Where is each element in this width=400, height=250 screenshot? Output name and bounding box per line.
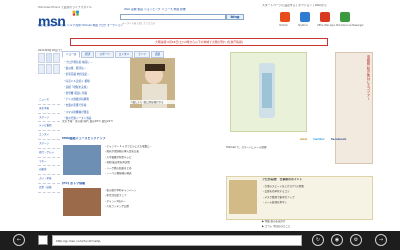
tips-heading: プロが実践！ 仕事術のポイント — [262, 178, 303, 181]
news-pickup-photo[interactable] — [63, 145, 101, 175]
social-links: mixi twitter facebook — [300, 137, 346, 141]
ad-right-title: 沖縄県 秋の休日にエコツアー — [366, 55, 370, 101]
deals-item[interactable]: ・人気ランキング公開 — [104, 204, 222, 209]
news-tab[interactable]: 話題 — [150, 51, 165, 58]
sidebar-item[interactable]: 恋愛・結婚 — [38, 184, 60, 193]
news-tab[interactable]: ニュース — [62, 51, 81, 58]
bing-search-button[interactable]: bing — [226, 14, 244, 20]
back-button[interactable]: ← — [13, 234, 25, 246]
app-label: Office Web Apps — [317, 24, 335, 27]
settings-icon[interactable]: ⚙ — [350, 234, 362, 246]
app-label: SkyDrive — [298, 24, 308, 27]
windows-phone-link[interactable]: Windows Phone で最新のライフスタイル — [38, 6, 92, 9]
top-right-links[interactable]: スタートページに設定する | オプション | Webから — [262, 4, 327, 7]
right-under-item[interactable]: ▶ コラム 今日のひとこと — [262, 224, 370, 229]
search-hint: キーワードを入力してください — [122, 22, 156, 25]
date-label: 2011年9月18日(土) — [38, 49, 62, 52]
weather-line[interactable]: 天気予報・東京都 晴れ 最高28℃ 最低22℃ — [62, 120, 113, 123]
address-input[interactable]: http://jp.msn.com/?ocid=iehp — [52, 235, 302, 246]
service-nav-links[interactable]: 翻訳 広告宣伝 MSN天気 ヘルプ 国際 Hotmail 地図 ブログ オークシ… — [38, 24, 123, 27]
office-icon[interactable] — [320, 12, 330, 22]
sidebar-item[interactable]: エンタメ — [38, 131, 60, 140]
tips-list: ・仕事のスピードを上げる3つの習慣 ・会議を効率化するコツ ・デスク整理で集中力アッ… — [262, 184, 370, 206]
right-under-list: ▶ 特集 秋のお出かけ ▶ コラム 今日のひとこと — [262, 219, 370, 230]
right-panel-text[interactable]: Hotmail で、スマートにメール管理 — [226, 146, 371, 149]
deals-heading: [PC] おトク情報 — [62, 182, 86, 185]
news-headline-list: ・ブログ発信者 映画に… ・震災後、経済は… ・米軍首脳 地位協定… ・円高ドル安続く… — [63, 60, 125, 122]
sidebar-item[interactable]: スポーツ — [38, 140, 60, 149]
search-input[interactable] — [120, 14, 226, 20]
pin-icon[interactable]: ◉ — [331, 234, 343, 246]
advertisement-banner[interactable] — [230, 52, 307, 132]
news-tab[interactable]: 経済 — [81, 51, 95, 58]
tips-item[interactable]: ・メール処理を素早く — [262, 200, 370, 205]
sidebar-item[interactable]: テレビ番組 — [38, 122, 60, 132]
news-pickup-heading: MSN産経ニュースピックアップ — [62, 137, 106, 140]
sidebar-item[interactable]: ニュース — [38, 96, 60, 105]
deals-photo[interactable] — [63, 188, 101, 216]
news-pickup-list: ・ミャンマー 1 イスラエルによる攻撃に… ・政府が環境税の導入案を公表 ・大手電機… — [104, 144, 222, 176]
mixi-link[interactable]: mixi — [300, 137, 307, 141]
search-tabs[interactable]: Web 画像 動画 ショッピング ニュース 地図 辞書 — [124, 8, 186, 11]
calendar-widget[interactable] — [38, 53, 60, 93]
sidebar-item[interactable]: マネー — [38, 158, 60, 167]
news-tab[interactable]: ライフ — [134, 51, 150, 58]
skydrive-icon[interactable] — [300, 12, 310, 22]
favicon — [38, 235, 48, 245]
sidebar-item[interactable]: 旅行・グルメ — [38, 149, 60, 158]
sidebar-item[interactable]: スポーツ — [38, 114, 60, 123]
news-tab[interactable]: スポーツ — [95, 51, 114, 58]
msn-butterfly-icon — [72, 10, 80, 16]
sidebar-item[interactable]: 自動車 — [38, 166, 60, 176]
hotmail-icon[interactable] — [280, 12, 290, 22]
weather-alert-notice[interactable]: 大雨速報 9月18日(土)17時から以下の地域で大雨の恐れ [気象庁情報] — [70, 38, 328, 46]
sidebar-item[interactable]: 天気予報 — [38, 105, 60, 114]
messenger-icon[interactable] — [340, 12, 350, 22]
refresh-icon[interactable]: ↻ — [312, 234, 324, 246]
news-tabs: ニュース 経済 スポーツ エンタメ ライフ 話題 — [62, 51, 165, 58]
app-label: Windows Live Messenger — [336, 24, 364, 27]
twitter-link[interactable]: twitter — [313, 137, 325, 141]
news-tab[interactable]: エンタメ — [114, 51, 134, 58]
photo-caption: 「楽しく!」歌に目を輝かせる — [130, 100, 175, 104]
app-label: Hotmail — [279, 24, 288, 27]
forward-button[interactable]: → — [375, 234, 387, 246]
tips-photo[interactable] — [229, 180, 257, 214]
deals-list: ・秋の旅行予約キャンペーン ・新生活応援フェア ・ポイント2倍デー ・人気ランキング公… — [104, 188, 222, 210]
sidebar-item[interactable]: 占い・星座 — [38, 175, 60, 184]
sidebar-category-list: ニュース 天気予報 スポーツ テレビ番組 エンタメ スポーツ 旅行・グルメ マネー 自動車 占い・… — [38, 96, 60, 193]
facebook-link[interactable]: facebook — [331, 137, 346, 141]
news-pickup-item[interactable]: ・ノーベル賞候補の発表 — [104, 171, 222, 176]
